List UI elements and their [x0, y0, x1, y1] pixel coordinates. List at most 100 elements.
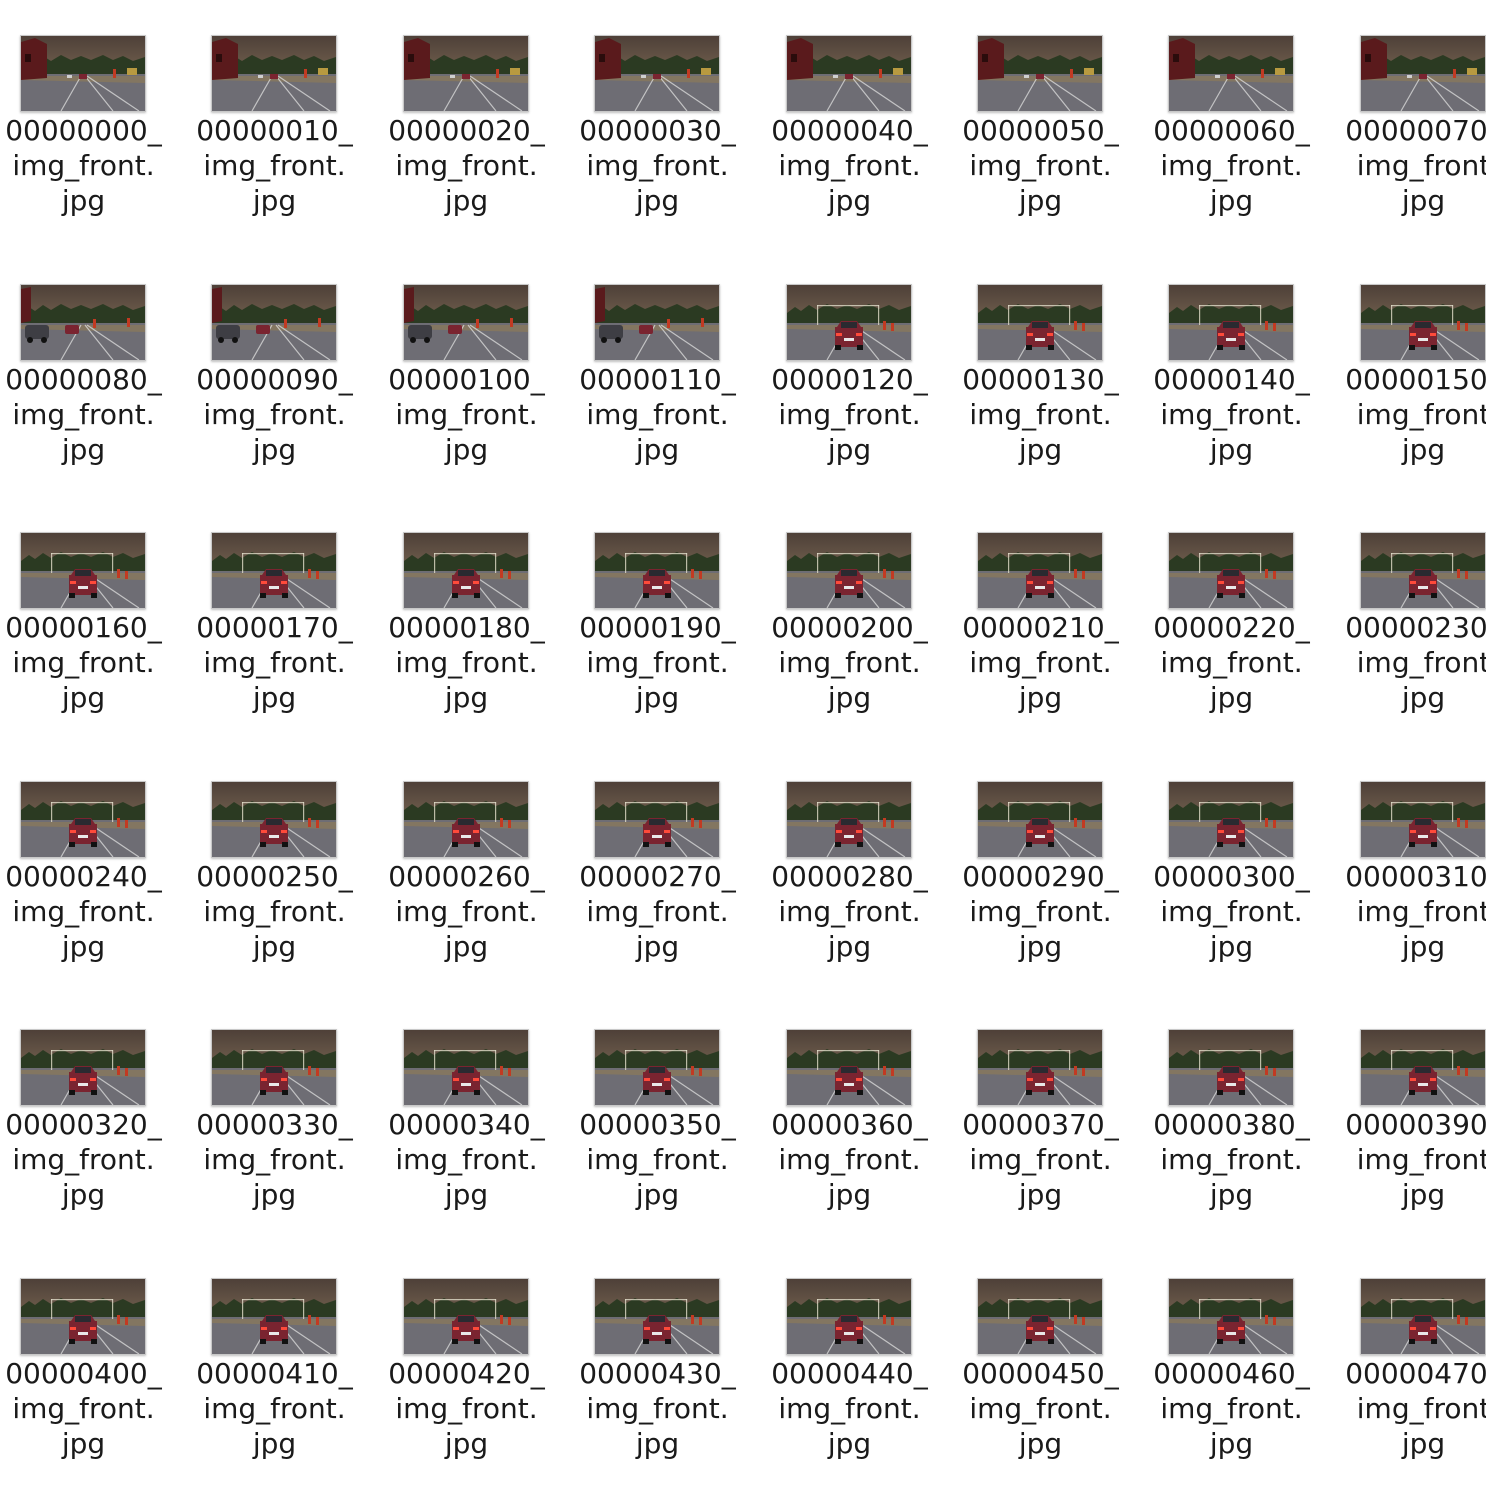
image-thumbnail-icon[interactable]	[211, 1029, 337, 1106]
image-thumbnail-icon[interactable]	[594, 284, 720, 361]
file-item[interactable]: 00000310_img_frontjpg	[1341, 746, 1486, 994]
image-thumbnail-icon[interactable]	[977, 35, 1103, 112]
file-item[interactable]: 00000300_ img_front. jpg	[1149, 746, 1341, 994]
image-thumbnail-icon[interactable]	[211, 284, 337, 361]
file-item[interactable]: 00000210_ img_front. jpg	[958, 497, 1150, 745]
file-item[interactable]: 00000250_ img_front. jpg	[192, 746, 384, 994]
image-thumbnail-icon[interactable]	[20, 1029, 146, 1106]
file-item[interactable]: 00000080_ img_front. jpg	[1, 249, 193, 497]
image-thumbnail-icon[interactable]	[20, 35, 146, 112]
file-item[interactable]: 00000090_ img_front. jpg	[192, 249, 384, 497]
image-thumbnail-icon[interactable]	[211, 781, 337, 858]
file-item[interactable]: 00000120_ img_front. jpg	[767, 249, 959, 497]
file-item[interactable]: 00000320_ img_front. jpg	[1, 994, 193, 1242]
file-item[interactable]: 00000380_ img_front. jpg	[1149, 994, 1341, 1242]
file-item[interactable]: 00000230_img_frontjpg	[1341, 497, 1486, 745]
image-thumbnail-icon[interactable]	[403, 1029, 529, 1106]
file-item[interactable]: 00000460_ img_front. jpg	[1149, 1243, 1341, 1487]
file-item[interactable]: 00000160_ img_front. jpg	[1, 497, 193, 745]
file-item[interactable]: 00000180_ img_front. jpg	[384, 497, 576, 745]
image-thumbnail-icon[interactable]	[786, 284, 912, 361]
image-thumbnail-icon[interactable]	[1360, 35, 1486, 112]
image-thumbnail-icon[interactable]	[1168, 1278, 1294, 1355]
image-thumbnail-icon[interactable]	[1168, 1029, 1294, 1106]
image-thumbnail-icon[interactable]	[977, 1029, 1103, 1106]
file-item[interactable]: 00000420_ img_front. jpg	[384, 1243, 576, 1487]
file-item[interactable]: 00000260_ img_front. jpg	[384, 746, 576, 994]
file-item[interactable]: 00000450_ img_front. jpg	[958, 1243, 1150, 1487]
image-thumbnail-icon[interactable]	[977, 781, 1103, 858]
file-item[interactable]: 00000290_ img_front. jpg	[958, 746, 1150, 994]
file-item[interactable]: 00000440_ img_front. jpg	[767, 1243, 959, 1487]
image-thumbnail-icon[interactable]	[977, 1278, 1103, 1355]
image-thumbnail-icon[interactable]	[20, 1278, 146, 1355]
image-thumbnail-icon[interactable]	[211, 1278, 337, 1355]
file-name-line: img_front.	[1160, 646, 1303, 679]
image-thumbnail-icon[interactable]	[594, 781, 720, 858]
image-thumbnail-icon[interactable]	[594, 1029, 720, 1106]
file-item[interactable]: 00000240_ img_front. jpg	[1, 746, 193, 994]
file-item[interactable]: 00000270_ img_front. jpg	[575, 746, 767, 994]
image-thumbnail-icon[interactable]	[594, 1278, 720, 1355]
file-item[interactable]: 00000030_ img_front. jpg	[575, 0, 767, 248]
file-item[interactable]: 00000360_ img_front. jpg	[767, 994, 959, 1242]
image-thumbnail-icon[interactable]	[403, 781, 529, 858]
image-thumbnail-icon[interactable]	[786, 35, 912, 112]
image-thumbnail-icon[interactable]	[1360, 532, 1486, 609]
image-thumbnail-icon[interactable]	[786, 781, 912, 858]
image-thumbnail-icon[interactable]	[20, 284, 146, 361]
file-item[interactable]: 00000350_ img_front. jpg	[575, 994, 767, 1242]
image-thumbnail-icon[interactable]	[594, 35, 720, 112]
image-thumbnail-icon[interactable]	[403, 35, 529, 112]
file-item[interactable]: 00000060_ img_front. jpg	[1149, 0, 1341, 248]
file-item[interactable]: 00000340_ img_front. jpg	[384, 994, 576, 1242]
file-item[interactable]: 00000070_img_frontjpg	[1341, 0, 1486, 248]
file-item[interactable]: 00000150_img_frontjpg	[1341, 249, 1486, 497]
image-thumbnail-icon[interactable]	[1168, 781, 1294, 858]
file-item[interactable]: 00000280_ img_front. jpg	[767, 746, 959, 994]
image-thumbnail-icon[interactable]	[1168, 284, 1294, 361]
file-item[interactable]: 00000220_ img_front. jpg	[1149, 497, 1341, 745]
image-thumbnail-icon[interactable]	[786, 532, 912, 609]
file-item[interactable]: 00000050_ img_front. jpg	[958, 0, 1150, 248]
file-item[interactable]: 00000470_img_frontjpg	[1341, 1243, 1486, 1487]
file-item[interactable]: 00000040_ img_front. jpg	[767, 0, 959, 248]
image-thumbnail-icon[interactable]	[211, 532, 337, 609]
file-item[interactable]: 00000100_ img_front. jpg	[384, 249, 576, 497]
image-thumbnail-icon[interactable]	[1360, 1029, 1486, 1106]
file-item[interactable]: 00000430_ img_front. jpg	[575, 1243, 767, 1487]
file-item[interactable]: 00000170_ img_front. jpg	[192, 497, 384, 745]
file-item[interactable]: 00000190_ img_front. jpg	[575, 497, 767, 745]
file-item[interactable]: 00000330_ img_front. jpg	[192, 994, 384, 1242]
image-thumbnail-icon[interactable]	[20, 532, 146, 609]
image-thumbnail-icon[interactable]	[977, 284, 1103, 361]
image-thumbnail-icon[interactable]	[403, 1278, 529, 1355]
image-thumbnail-icon[interactable]	[977, 532, 1103, 609]
file-name-line: 00000220_	[1153, 611, 1310, 644]
image-thumbnail-icon[interactable]	[786, 1278, 912, 1355]
file-item[interactable]: 00000140_ img_front. jpg	[1149, 249, 1341, 497]
image-thumbnail-icon[interactable]	[1360, 1278, 1486, 1355]
file-item[interactable]: 00000400_ img_front. jpg	[1, 1243, 193, 1487]
file-item[interactable]: 00000370_ img_front. jpg	[958, 994, 1150, 1242]
file-name-label: 00000260_ img_front. jpg	[384, 859, 549, 964]
file-item[interactable]: 00000410_ img_front. jpg	[192, 1243, 384, 1487]
image-thumbnail-icon[interactable]	[403, 532, 529, 609]
file-item[interactable]: 00000130_ img_front. jpg	[958, 249, 1150, 497]
image-thumbnail-icon[interactable]	[1360, 781, 1486, 858]
image-thumbnail-icon[interactable]	[1360, 284, 1486, 361]
image-thumbnail-icon[interactable]	[1168, 532, 1294, 609]
file-name-line: img_front	[1356, 895, 1486, 928]
file-item[interactable]: 00000390_img_frontjpg	[1341, 994, 1486, 1242]
image-thumbnail-icon[interactable]	[594, 532, 720, 609]
file-item[interactable]: 00000110_ img_front. jpg	[575, 249, 767, 497]
image-thumbnail-icon[interactable]	[786, 1029, 912, 1106]
file-item[interactable]: 00000200_ img_front. jpg	[767, 497, 959, 745]
file-item[interactable]: 00000020_ img_front. jpg	[384, 0, 576, 248]
file-item[interactable]: 00000010_ img_front. jpg	[192, 0, 384, 248]
image-thumbnail-icon[interactable]	[211, 35, 337, 112]
image-thumbnail-icon[interactable]	[20, 781, 146, 858]
file-item[interactable]: 00000000_ img_front. jpg	[1, 0, 193, 248]
image-thumbnail-icon[interactable]	[1168, 35, 1294, 112]
image-thumbnail-icon[interactable]	[403, 284, 529, 361]
